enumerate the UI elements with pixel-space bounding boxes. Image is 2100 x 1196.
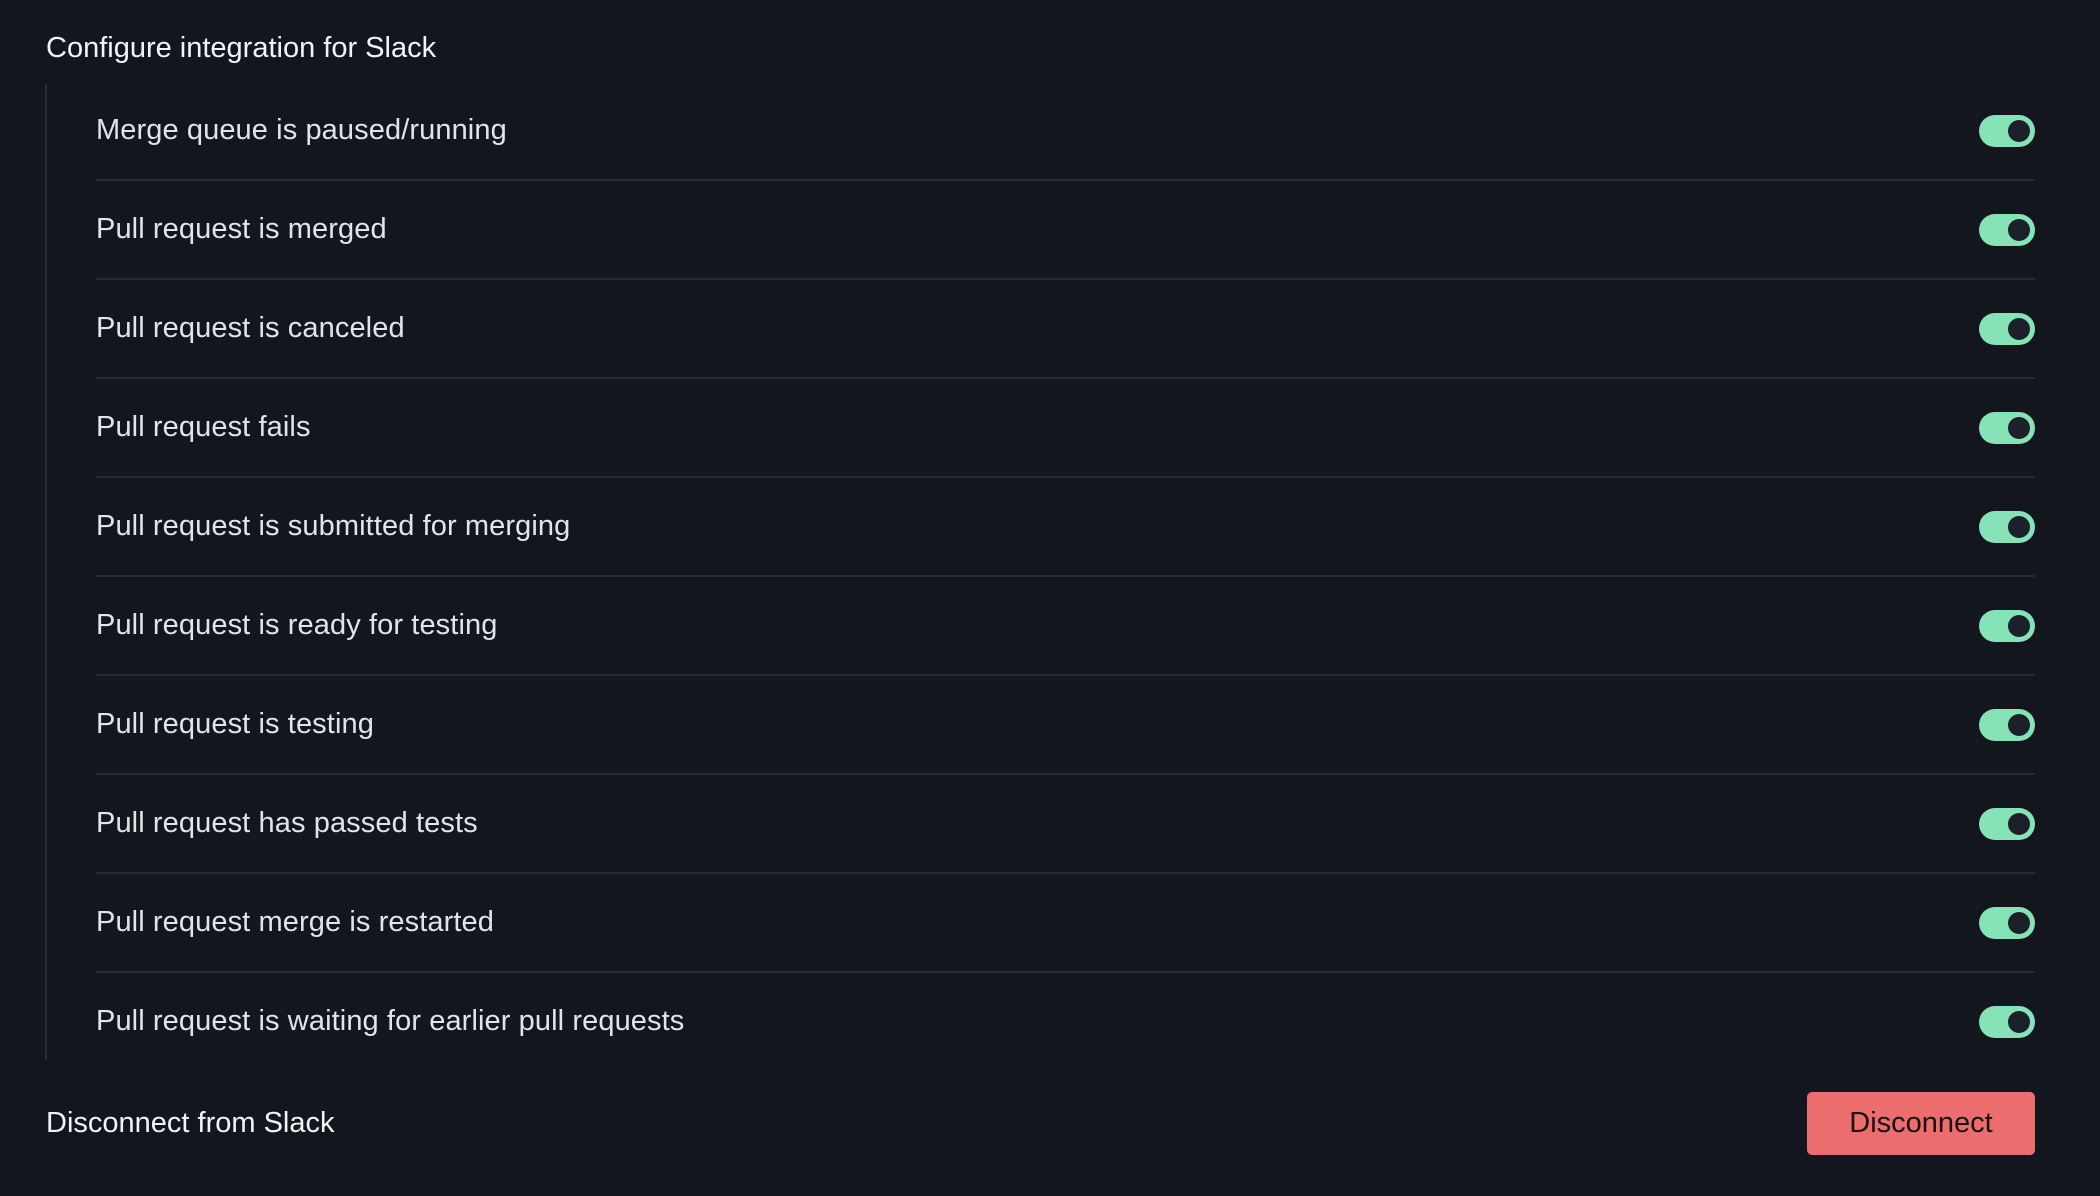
notification-label: Pull request is waiting for earlier pull… xyxy=(96,1005,685,1037)
notification-row: Pull request is ready for testing xyxy=(96,577,2035,676)
notification-toggle[interactable] xyxy=(1979,312,2035,345)
notification-label: Pull request is submitted for merging xyxy=(96,510,571,542)
notification-toggle[interactable] xyxy=(1979,609,2035,642)
integration-title: Configure integration for Slack xyxy=(46,32,437,64)
notification-row: Merge queue is paused/running xyxy=(96,82,2035,181)
notification-toggle[interactable] xyxy=(1979,1005,2035,1038)
section-rail xyxy=(45,84,47,1060)
notification-row: Pull request is waiting for earlier pull… xyxy=(96,973,2035,1070)
notification-label: Pull request is canceled xyxy=(96,312,405,344)
toggle-knob xyxy=(2008,416,2030,439)
notification-toggle[interactable] xyxy=(1979,114,2035,147)
toggle-knob xyxy=(2008,119,2030,142)
notification-row: Pull request has passed tests xyxy=(96,775,2035,874)
notification-toggle[interactable] xyxy=(1979,807,2035,840)
notification-label: Merge queue is paused/running xyxy=(96,114,507,146)
notification-label: Pull request is ready for testing xyxy=(96,609,498,641)
notification-label: Pull request merge is restarted xyxy=(96,906,494,938)
toggle-knob xyxy=(2008,1010,2030,1033)
toggle-knob xyxy=(2008,713,2030,736)
notification-list: Merge queue is paused/running Pull reque… xyxy=(96,82,2035,1070)
notification-row: Pull request is testing xyxy=(96,676,2035,775)
notification-toggle[interactable] xyxy=(1979,708,2035,741)
notification-row: Pull request merge is restarted xyxy=(96,874,2035,973)
toggle-knob xyxy=(2008,614,2030,637)
notification-label: Pull request fails xyxy=(96,411,311,443)
notification-label: Pull request is testing xyxy=(96,708,374,740)
toggle-knob xyxy=(2008,515,2030,538)
notification-toggle[interactable] xyxy=(1979,510,2035,543)
notification-row: Pull request is merged xyxy=(96,181,2035,280)
notification-label: Pull request has passed tests xyxy=(96,807,478,839)
notification-row: Pull request is canceled xyxy=(96,280,2035,379)
disconnect-button[interactable]: Disconnect xyxy=(1807,1092,2035,1155)
toggle-knob xyxy=(2008,911,2030,934)
notification-row: Pull request fails xyxy=(96,379,2035,478)
toggle-knob xyxy=(2008,218,2030,241)
toggle-knob xyxy=(2008,812,2030,835)
notification-toggle[interactable] xyxy=(1979,411,2035,444)
notification-label: Pull request is merged xyxy=(96,213,387,245)
notification-toggle[interactable] xyxy=(1979,213,2035,246)
notification-toggle[interactable] xyxy=(1979,906,2035,939)
disconnect-label: Disconnect from Slack xyxy=(46,1107,335,1139)
notification-row: Pull request is submitted for merging xyxy=(96,478,2035,577)
toggle-knob xyxy=(2008,317,2030,340)
